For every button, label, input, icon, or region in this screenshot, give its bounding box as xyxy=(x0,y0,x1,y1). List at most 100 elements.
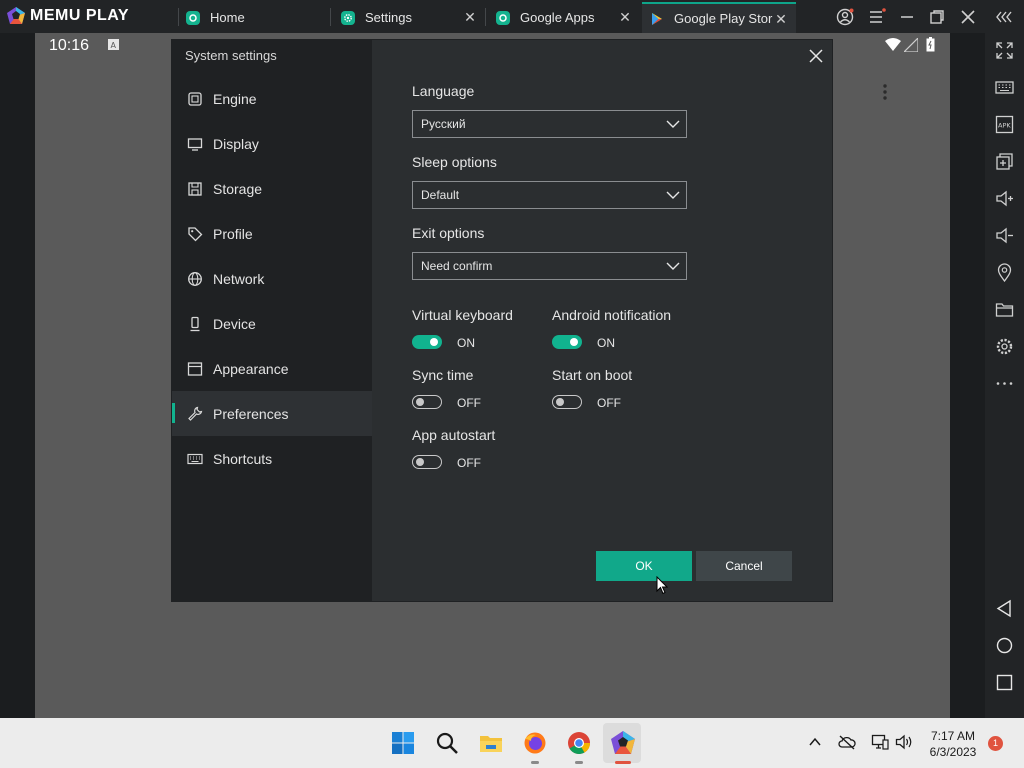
location-icon[interactable] xyxy=(995,263,1014,282)
tab-label: Google Apps xyxy=(520,10,595,25)
nav-item-label: Shortcuts xyxy=(213,450,273,467)
keyboard-mapping-icon[interactable] xyxy=(995,78,1014,97)
tab-separator xyxy=(330,8,331,26)
settings-gear-icon[interactable] xyxy=(995,337,1014,356)
keyboard-icon xyxy=(187,453,203,464)
running-indicator xyxy=(575,761,583,764)
chevron-up-icon[interactable] xyxy=(808,735,822,749)
nav-item-label: Device xyxy=(213,315,256,332)
chevron-down-icon xyxy=(666,120,680,128)
android-notification-toggle[interactable] xyxy=(552,335,582,349)
nav-item-preferences[interactable]: Preferences xyxy=(172,391,372,436)
play-store-icon xyxy=(650,12,664,26)
exit-options-select[interactable]: Need confirm xyxy=(412,252,687,280)
nav-item-storage[interactable]: Storage xyxy=(172,166,372,211)
menu-icon[interactable] xyxy=(868,8,886,26)
wrench-icon xyxy=(188,406,203,421)
memu-logo: MEMU PLAY xyxy=(6,6,129,26)
sleep-options-label: Sleep options xyxy=(412,154,497,170)
signal-icon xyxy=(904,38,918,52)
window-icon xyxy=(187,361,203,376)
volume-down-icon[interactable] xyxy=(995,226,1014,245)
notification-badge[interactable]: 1 xyxy=(988,736,1003,751)
toggle-knob xyxy=(570,338,578,346)
folder-icon[interactable] xyxy=(995,300,1014,319)
tab-separator xyxy=(485,8,486,26)
taskbar-date[interactable]: 6/3/2023 xyxy=(925,745,981,759)
svg-text:A: A xyxy=(111,41,117,50)
start-on-boot-label: Start on boot xyxy=(552,367,633,383)
nav-item-label: Display xyxy=(213,135,259,152)
right-toolbar: APK xyxy=(985,33,1024,718)
svg-text:APK: APK xyxy=(998,122,1011,130)
nav-item-device[interactable]: Device xyxy=(172,301,372,346)
toggle-knob xyxy=(556,397,564,406)
start-on-boot-toggle[interactable] xyxy=(552,395,582,409)
active-indicator xyxy=(615,761,631,764)
phone-icon xyxy=(190,316,200,331)
android-notification-label: Android notification xyxy=(552,307,672,323)
ok-button[interactable]: OK xyxy=(596,551,692,581)
speaker-icon[interactable] xyxy=(895,734,913,750)
nav-item-profile[interactable]: Profile xyxy=(172,211,372,256)
close-tab-icon[interactable]: ✕ xyxy=(618,10,632,24)
toggle-knob xyxy=(416,397,424,406)
volume-up-icon[interactable] xyxy=(995,189,1014,208)
close-tab-icon[interactable]: ✕ xyxy=(774,12,788,26)
collapse-sidebar-icon[interactable] xyxy=(995,8,1013,26)
nav-item-shortcuts[interactable]: Shortcuts xyxy=(172,436,372,481)
chevron-down-icon xyxy=(666,191,680,199)
close-window-icon[interactable] xyxy=(959,8,977,26)
language-select[interactable]: Русский xyxy=(412,110,687,138)
tab-google-apps[interactable]: Google Apps ✕ xyxy=(488,2,640,33)
multi-instance-icon[interactable] xyxy=(995,152,1014,171)
cloud-offline-icon[interactable] xyxy=(838,734,856,750)
nav-item-network[interactable]: Network xyxy=(172,256,372,301)
recent-apps-icon[interactable] xyxy=(995,673,1014,692)
back-icon[interactable] xyxy=(995,599,1014,618)
firefox-icon[interactable] xyxy=(522,730,548,756)
file-explorer-icon[interactable] xyxy=(478,730,504,756)
toggle-knob xyxy=(430,338,438,346)
close-tab-icon[interactable]: ✕ xyxy=(463,10,477,24)
sleep-options-select[interactable]: Default xyxy=(412,181,687,209)
close-dialog-icon[interactable] xyxy=(808,48,824,64)
nav-item-engine[interactable]: Engine xyxy=(172,76,372,121)
tab-google-play-store[interactable]: Google Play Stor ✕ xyxy=(642,2,796,33)
tab-label: Google Play Stor xyxy=(674,11,773,26)
cancel-button[interactable]: Cancel xyxy=(696,551,792,581)
app-autostart-toggle[interactable] xyxy=(412,455,442,469)
app-autostart-state: OFF xyxy=(457,456,481,470)
nav-item-display[interactable]: Display xyxy=(172,121,372,166)
language-label: Language xyxy=(412,83,475,99)
battery-icon xyxy=(926,37,935,52)
tab-label: Settings xyxy=(365,10,412,25)
network-icon[interactable] xyxy=(871,734,889,750)
windows-start-icon[interactable] xyxy=(390,730,416,756)
search-icon[interactable] xyxy=(434,730,460,756)
nav-item-appearance[interactable]: Appearance xyxy=(172,346,372,391)
sync-time-toggle[interactable] xyxy=(412,395,442,409)
nav-item-label: Appearance xyxy=(213,360,289,377)
wifi-icon xyxy=(885,38,901,51)
fullscreen-icon[interactable] xyxy=(995,41,1014,60)
account-icon[interactable] xyxy=(836,8,854,26)
taskbar-time[interactable]: 7:17 AM xyxy=(925,729,981,743)
chrome-icon[interactable] xyxy=(566,730,592,756)
tab-home[interactable]: Home xyxy=(178,2,330,33)
exit-options-label: Exit options xyxy=(412,225,485,241)
storage-icon xyxy=(188,181,202,196)
memu-play-taskbar-icon[interactable] xyxy=(610,730,636,756)
apk-install-icon[interactable]: APK xyxy=(995,115,1014,134)
more-icon[interactable] xyxy=(995,374,1014,393)
title-bar: MEMU PLAY Home Settings ✕ Google Apps ✕ xyxy=(0,0,1024,33)
more-options-icon[interactable] xyxy=(880,83,890,101)
virtual-keyboard-toggle[interactable] xyxy=(412,335,442,349)
tab-settings[interactable]: Settings ✕ xyxy=(333,2,485,33)
restore-icon[interactable] xyxy=(928,8,946,26)
home-circle-icon[interactable] xyxy=(995,636,1014,655)
tab-label: Home xyxy=(210,10,245,25)
keyboard-indicator-icon: A xyxy=(108,39,119,50)
virtual-keyboard-label: Virtual keyboard xyxy=(412,307,513,323)
minimize-icon[interactable] xyxy=(898,8,916,26)
